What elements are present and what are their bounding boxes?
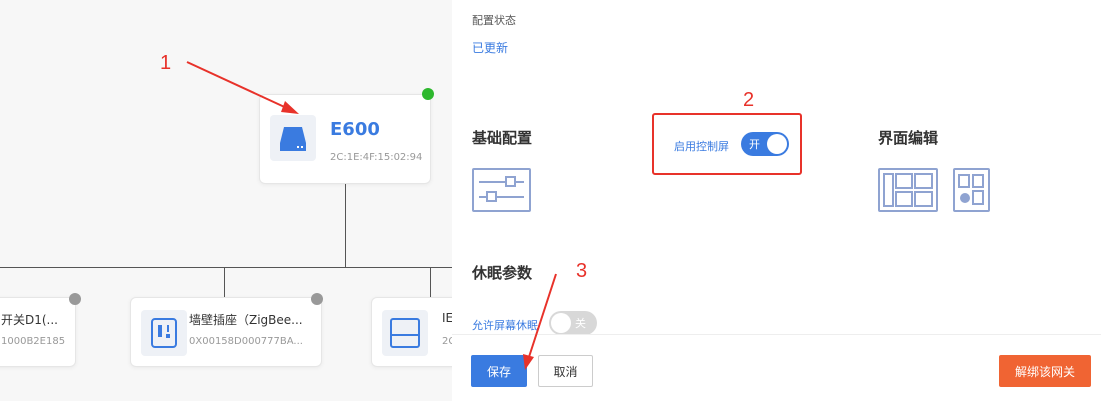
device-card[interactable]: 开关D1(... 1000B2E185 <box>0 297 76 367</box>
device-card[interactable]: 墙壁插座（ZigBee... 0X00158D000777BA... <box>130 297 322 367</box>
annotation-number: 3 <box>576 260 588 282</box>
device-id: 2C <box>442 336 452 347</box>
connector-line <box>224 267 225 297</box>
config-status-value: 已更新 <box>472 41 509 55</box>
annotation-highlight-box <box>652 113 802 175</box>
annotation-arrow-icon <box>523 273 557 370</box>
basic-config-title: 基础配置 <box>472 129 533 147</box>
socket-icon <box>141 310 187 356</box>
unbind-gateway-button[interactable]: 解绑该网关 <box>999 355 1091 387</box>
device-id: 0X00158D000777BA... <box>189 336 303 347</box>
device-name: 墙壁插座（ZigBee... <box>189 313 303 327</box>
annotation-number: 1 <box>160 52 172 74</box>
annotation-number: 2 <box>743 89 755 111</box>
device-name: 开关D1(... <box>1 313 59 327</box>
sliders-icon[interactable] <box>472 168 531 212</box>
gateway-name: E600 <box>330 119 380 140</box>
connector-line <box>430 267 431 297</box>
gateway-mac: 2C:1E:4F:15:02:94 <box>330 152 423 163</box>
widget-layout-icon[interactable] <box>953 168 990 212</box>
config-status-label: 配置状态 <box>472 14 516 27</box>
settings-panel: 配置状态 已更新 基础配置 启用控制屏 开 2 界面编辑 休眠参数 允许屏幕休眠… <box>452 0 1101 401</box>
gateway-icon <box>270 115 316 161</box>
annotation-arrow-icon <box>186 61 299 114</box>
device-name: IE <box>442 311 452 325</box>
offline-status-dot <box>311 293 323 305</box>
online-status-dot <box>422 88 434 100</box>
device-id: 1000B2E185 <box>1 336 66 347</box>
panel-icon <box>382 310 428 356</box>
offline-status-dot <box>69 293 81 305</box>
layout-grid-icon[interactable] <box>878 168 938 212</box>
save-button[interactable]: 保存 <box>471 355 527 387</box>
connector-line <box>0 267 452 268</box>
toggle-state-text: 关 <box>575 317 586 330</box>
connector-line <box>345 183 346 268</box>
ui-edit-title: 界面编辑 <box>878 129 939 147</box>
topology-canvas: E600 2C:1E:4F:15:02:94 开关D1(... 1000B2E1… <box>0 0 452 401</box>
device-card[interactable]: IE 2C <box>371 297 452 367</box>
